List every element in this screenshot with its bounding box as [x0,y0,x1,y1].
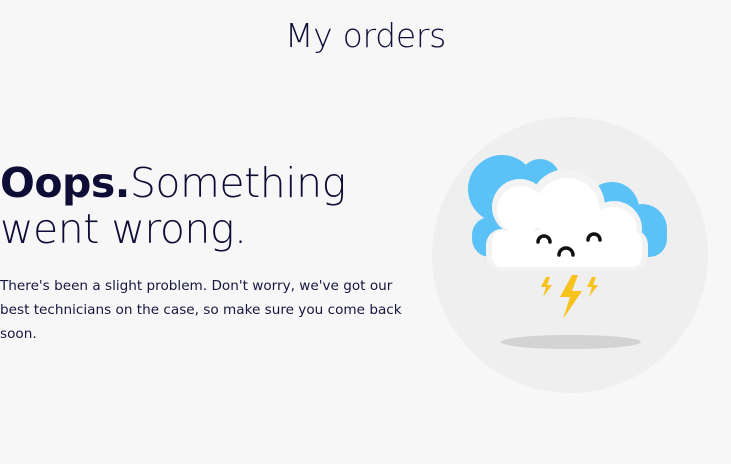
error-heading-strong: Oops. [0,159,130,207]
error-description: There's been a slight problem. Don't wor… [0,278,402,342]
cloud-shadow [501,335,641,349]
page-title: My orders [285,16,446,55]
sad-storm-cloud-icon [432,117,708,393]
sad-storm-cloud-illustration [432,117,708,393]
error-message-block: Oops.Something went wrong. There's been … [0,160,410,346]
error-heading: Oops.Something went wrong. [0,160,410,252]
